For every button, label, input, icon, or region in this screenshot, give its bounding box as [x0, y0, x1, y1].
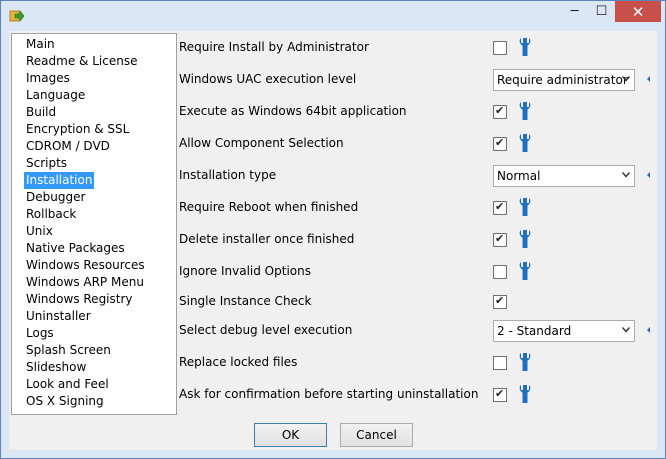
sidebar-item-installation[interactable]: Installation [24, 172, 95, 189]
option-label: Require Install by Administrator [179, 40, 369, 54]
option-label: Require Reboot when finished [179, 200, 359, 214]
option-label: Allow Component Selection [179, 136, 344, 150]
sidebar-item-slideshow[interactable]: Slideshow [24, 359, 88, 376]
wrench-icon[interactable] [518, 197, 532, 217]
sidebar-item-build[interactable]: Build [24, 104, 58, 121]
option-label: Ask for confirmation before starting uni… [179, 387, 479, 401]
option-label: Replace locked files [179, 355, 298, 369]
checkmark-icon: ✔ [495, 136, 505, 149]
sidebar-item-readme-license[interactable]: Readme & License [24, 53, 139, 70]
sidebar-item-osx-signing[interactable]: OS X Signing [24, 393, 106, 410]
select-value: Normal [497, 169, 541, 183]
checkmark-icon: ✔ [495, 294, 505, 307]
require-admin-checkbox[interactable] [493, 41, 507, 55]
chevron-down-icon [622, 327, 630, 333]
help-marker-icon [647, 76, 650, 82]
chevron-down-icon [622, 76, 630, 82]
wrench-icon[interactable] [518, 133, 532, 153]
dialog-body: Main Readme & License Images Language Bu… [9, 31, 657, 450]
wrench-icon[interactable] [518, 384, 532, 404]
ignore-invalid-checkbox[interactable] [493, 265, 507, 279]
option-label: Select debug level execution [179, 323, 353, 337]
wrench-icon[interactable] [518, 37, 532, 57]
replace-locked-checkbox[interactable] [493, 356, 507, 370]
wrench-icon[interactable] [518, 261, 532, 281]
category-list[interactable]: Main Readme & License Images Language Bu… [11, 33, 177, 415]
component-selection-checkbox[interactable]: ✔ [493, 136, 507, 151]
installation-type-select[interactable]: Normal [493, 165, 635, 187]
sidebar-item-encryption-ssl[interactable]: Encryption & SSL [24, 121, 131, 138]
option-label: Single Instance Check [179, 294, 312, 308]
option-label: Ignore Invalid Options [179, 264, 311, 278]
option-label: Delete installer once finished [179, 232, 355, 246]
cancel-button[interactable]: Cancel [340, 423, 413, 447]
option-label: Windows UAC execution level [179, 72, 357, 86]
sidebar-item-scripts[interactable]: Scripts [24, 155, 69, 172]
sidebar-item-images[interactable]: Images [24, 70, 72, 87]
wrench-icon[interactable] [518, 101, 532, 121]
select-value: 2 - Standard [497, 324, 572, 338]
win64-checkbox[interactable]: ✔ [493, 104, 507, 119]
close-button[interactable]: ✕ [615, 1, 661, 22]
uninstall-confirm-checkbox[interactable]: ✔ [493, 387, 507, 402]
help-marker-icon [647, 327, 650, 333]
checkmark-icon: ✔ [495, 387, 505, 400]
chevron-down-icon [622, 172, 630, 178]
single-instance-checkbox[interactable]: ✔ [493, 294, 507, 309]
sidebar-item-logs[interactable]: Logs [24, 325, 56, 342]
sidebar-item-unix[interactable]: Unix [24, 223, 55, 240]
sidebar-item-native-packages[interactable]: Native Packages [24, 240, 127, 257]
option-label: Execute as Windows 64bit application [179, 104, 407, 118]
checkmark-icon: ✔ [495, 200, 505, 213]
wrench-icon[interactable] [518, 229, 532, 249]
sidebar-item-uninstaller[interactable]: Uninstaller [24, 308, 93, 325]
minimize-button[interactable]: ─ [561, 1, 588, 22]
reboot-checkbox[interactable]: ✔ [493, 200, 507, 215]
debug-level-select[interactable]: 2 - Standard [493, 320, 635, 342]
checkmark-icon: ✔ [495, 232, 505, 245]
sidebar-item-main[interactable]: Main [24, 36, 57, 53]
sidebar-item-splash-screen[interactable]: Splash Screen [24, 342, 113, 359]
delete-installer-checkbox[interactable]: ✔ [493, 232, 507, 247]
sidebar-item-look-and-feel[interactable]: Look and Feel [24, 376, 111, 393]
sidebar-item-debugger[interactable]: Debugger [24, 189, 87, 206]
sidebar-item-language[interactable]: Language [24, 87, 87, 104]
settings-window: ─ ☐ ✕ Main Readme & License Images Langu… [0, 0, 666, 459]
sidebar-item-windows-registry[interactable]: Windows Registry [24, 291, 135, 308]
help-marker-icon [647, 172, 650, 178]
select-value: Require administrator [497, 73, 628, 87]
ok-button[interactable]: OK [254, 423, 327, 447]
title-bar: ─ ☐ ✕ [1, 1, 665, 31]
sidebar-item-windows-arp-menu[interactable]: Windows ARP Menu [24, 274, 146, 291]
checkmark-icon: ✔ [495, 104, 505, 117]
sidebar-item-cdrom-dvd[interactable]: CDROM / DVD [24, 138, 112, 155]
sidebar-item-rollback[interactable]: Rollback [24, 206, 78, 223]
uac-level-select[interactable]: Require administrator [493, 69, 635, 91]
sidebar-item-windows-resources[interactable]: Windows Resources [24, 257, 147, 274]
option-label: Installation type [179, 168, 277, 182]
arrow-icon [9, 10, 25, 22]
wrench-icon[interactable] [518, 352, 532, 372]
maximize-button[interactable]: ☐ [588, 1, 615, 22]
